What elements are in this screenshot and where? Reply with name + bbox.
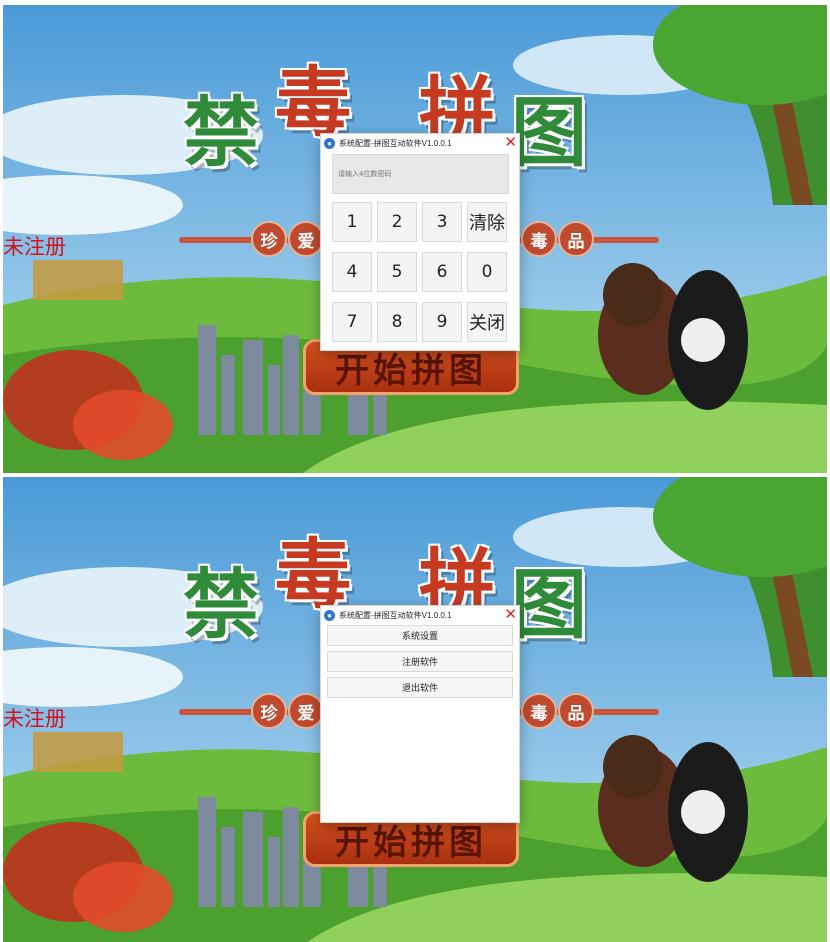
poster-title-char-2: 毒 [275, 58, 351, 147]
key-1[interactable]: 1 [332, 202, 372, 242]
slogan-char-4: 品 [558, 693, 594, 729]
poster-title-char-2: 毒 [275, 530, 351, 619]
registration-status: 未注册 [3, 235, 66, 259]
slogan-char-4: 品 [558, 221, 594, 257]
slogan-char-2: 爱 [288, 221, 324, 257]
slogan-char-2: 爱 [288, 693, 324, 729]
slogan-char-3: 毒 [521, 221, 557, 257]
close-icon[interactable]: ✕ [504, 606, 517, 624]
pin-dialog: ● 系统配置-拼图互动软件V1.0.0.1 ✕ 1 2 3 清除 4 5 6 0… [321, 134, 519, 350]
dialog-title: 系统配置-拼图互动软件V1.0.0.1 [339, 138, 452, 148]
key-0[interactable]: 0 [467, 252, 507, 292]
registration-status: 未注册 [3, 707, 66, 731]
slogan-char-1: 珍 [251, 693, 287, 729]
system-settings-button[interactable]: 系统设置 [327, 625, 513, 646]
dialog-title: 系统配置-拼图互动软件V1.0.0.1 [339, 610, 452, 620]
key-3[interactable]: 3 [422, 202, 462, 242]
key-8[interactable]: 8 [377, 302, 417, 342]
key-9[interactable]: 9 [422, 302, 462, 342]
key-5[interactable]: 5 [377, 252, 417, 292]
menu-dialog: ● 系统配置-拼图互动软件V1.0.0.1 ✕ 系统设置 注册软件 退出软件 [321, 606, 519, 822]
clear-button[interactable]: 清除 [467, 202, 507, 242]
poster-title-char-1: 禁 [183, 560, 259, 649]
poster-title-char-1: 禁 [183, 88, 259, 177]
app-icon: ● [324, 609, 335, 621]
dialog-titlebar[interactable]: ● 系统配置-拼图互动软件V1.0.0.1 ✕ [321, 134, 519, 152]
poster-title-char-4: 图 [511, 560, 587, 649]
app-icon: ● [324, 137, 335, 149]
close-button[interactable]: 关闭 [467, 302, 507, 342]
exit-software-button[interactable]: 退出软件 [327, 677, 513, 698]
key-2[interactable]: 2 [377, 202, 417, 242]
slogan-char-1: 珍 [251, 221, 287, 257]
key-7[interactable]: 7 [332, 302, 372, 342]
dialog-titlebar[interactable]: ● 系统配置-拼图互动软件V1.0.0.1 ✕ [321, 606, 519, 624]
pin-input[interactable] [332, 154, 509, 194]
poster-title-char-4: 图 [511, 88, 587, 177]
slogan-char-3: 毒 [521, 693, 557, 729]
key-4[interactable]: 4 [332, 252, 372, 292]
screen-menu-dialog: 禁 毒 拼 图 珍 爱 毒 品 未注册 开始拼图 ● 系统配置-拼图互动软件V1… [3, 477, 827, 942]
register-software-button[interactable]: 注册软件 [327, 651, 513, 672]
key-6[interactable]: 6 [422, 252, 462, 292]
close-icon[interactable]: ✕ [504, 134, 517, 152]
screen-pin-dialog: 禁 毒 拼 图 珍 爱 毒 品 未注册 开始拼图 ● 系统配置-拼图互动软件V1… [3, 5, 827, 473]
